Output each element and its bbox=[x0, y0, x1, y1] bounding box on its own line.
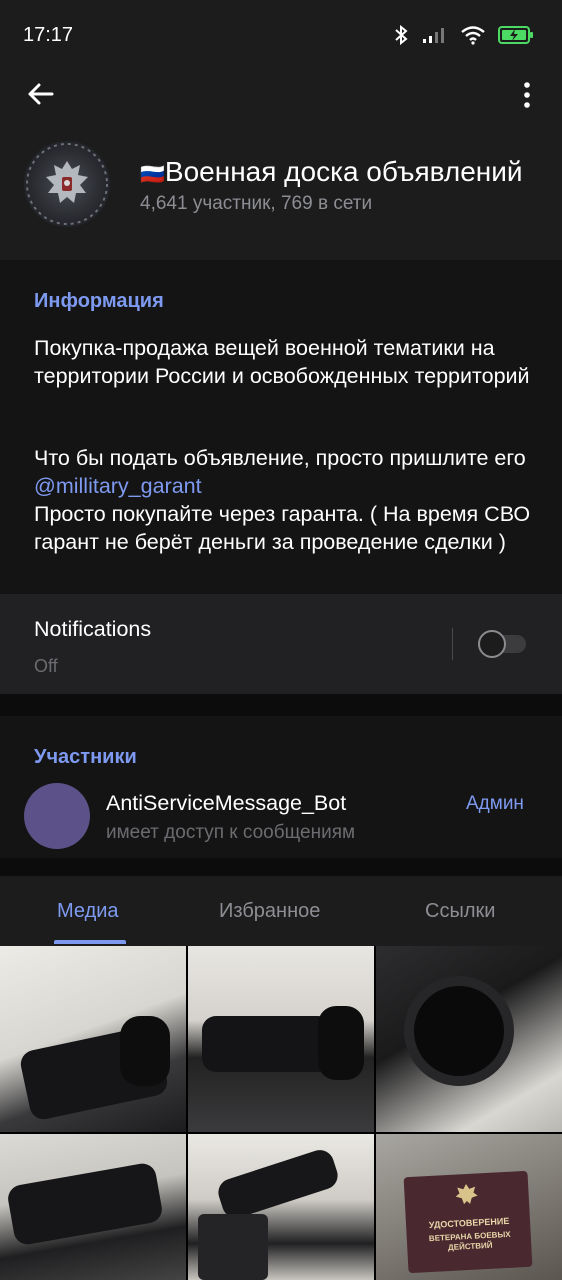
member-status: имеет доступ к сообщениям bbox=[106, 822, 356, 843]
channel-title: 🇷🇺Военная доска объявлений bbox=[140, 156, 523, 187]
members-heading: Участники bbox=[34, 746, 137, 768]
section-gap bbox=[0, 694, 562, 716]
wifi-icon bbox=[461, 26, 485, 45]
section-gap bbox=[0, 858, 562, 876]
tab-favorites[interactable]: Избранное bbox=[219, 900, 320, 923]
eagle-emblem-icon bbox=[455, 1184, 478, 1205]
info-heading: Информация bbox=[34, 290, 164, 312]
flag-icon: 🇷🇺 bbox=[140, 164, 165, 186]
arrow-left-icon[interactable] bbox=[24, 78, 56, 110]
tab-media[interactable]: Медиа bbox=[57, 900, 119, 923]
more-vertical-icon[interactable] bbox=[516, 80, 538, 110]
tab-links[interactable]: Ссылки bbox=[425, 900, 495, 923]
bluetooth-icon bbox=[395, 24, 408, 46]
media-thumbnail[interactable] bbox=[0, 946, 186, 1132]
media-thumbnail[interactable] bbox=[188, 946, 374, 1132]
emblem-icon bbox=[26, 143, 108, 225]
notifications-value: Off bbox=[34, 656, 58, 676]
channel-description-2: Что бы подать объявление, просто пришлит… bbox=[34, 446, 531, 554]
id-card-title: УДОСТОВЕРЕНИЕ bbox=[428, 1215, 510, 1231]
veteran-id-card: УДОСТОВЕРЕНИЕ ВЕТЕРАНА БОЕВЫХ ДЕЙСТВИЙ bbox=[403, 1170, 533, 1274]
member-name[interactable]: AntiServiceMessage_Bot bbox=[106, 791, 346, 816]
member-avatar[interactable] bbox=[24, 783, 90, 849]
member-role-badge: Админ bbox=[466, 793, 524, 814]
channel-member-count: 4,641 участник, 769 в сети bbox=[140, 193, 373, 214]
media-thumbnail[interactable] bbox=[376, 946, 562, 1132]
notifications-label: Notifications bbox=[34, 617, 152, 641]
garant-link[interactable]: @millitary_garant bbox=[34, 474, 202, 498]
signal-icon bbox=[423, 28, 444, 43]
status-icons bbox=[392, 24, 534, 46]
battery-charging-icon bbox=[498, 26, 533, 44]
id-card-subtitle: ВЕТЕРАНА БОЕВЫХ ДЕЙСТВИЙ bbox=[428, 1229, 511, 1253]
notifications-toggle[interactable] bbox=[478, 630, 528, 658]
media-thumbnail[interactable] bbox=[0, 1134, 186, 1280]
toggle-knob bbox=[478, 630, 506, 658]
media-thumbnail[interactable] bbox=[188, 1134, 374, 1280]
active-tab-indicator bbox=[54, 940, 126, 944]
channel-avatar[interactable] bbox=[24, 141, 110, 227]
status-time: 17:17 bbox=[23, 24, 74, 46]
media-thumbnail[interactable]: УДОСТОВЕРЕНИЕ ВЕТЕРАНА БОЕВЫХ ДЕЙСТВИЙ bbox=[376, 1134, 562, 1280]
divider bbox=[452, 628, 453, 660]
channel-description: Покупка-продажа вещей военной тематики н… bbox=[34, 336, 530, 388]
